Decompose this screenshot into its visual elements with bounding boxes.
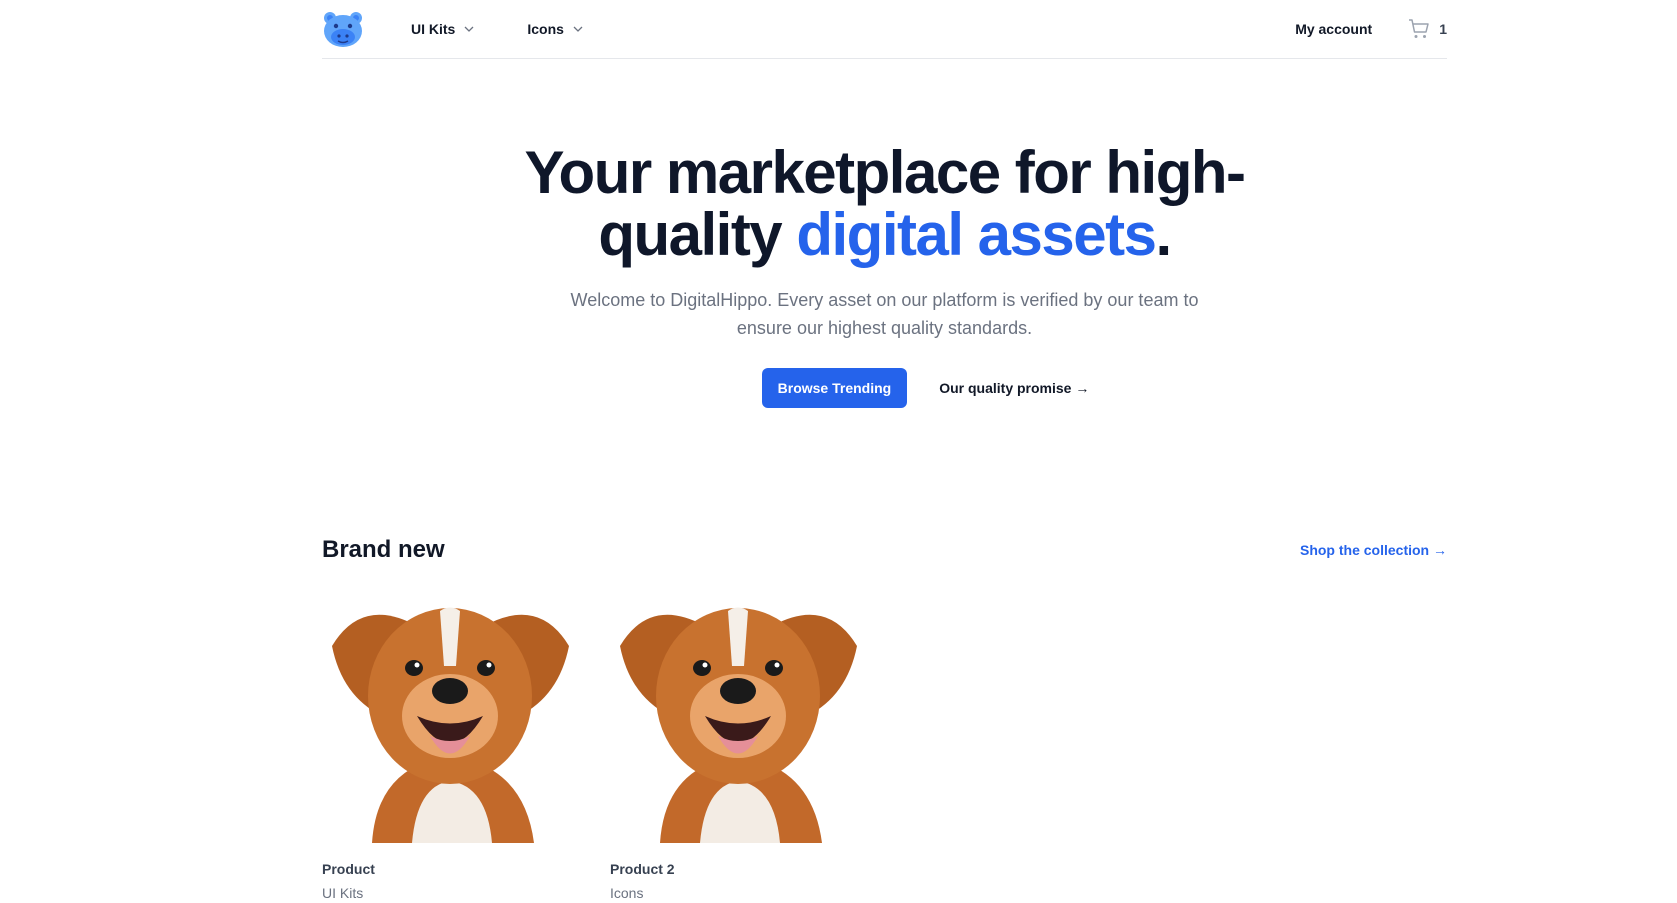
product-image[interactable]: [610, 586, 867, 843]
main-nav: UI Kits Icons: [411, 21, 584, 37]
product-category: Icons: [610, 885, 644, 901]
hero-title: Your marketplace for high-quality digita…: [495, 142, 1275, 266]
brand-new-section: Brand new Shop the collection → Product …: [322, 536, 1447, 901]
my-account-link[interactable]: My account: [1295, 21, 1372, 37]
cart-count-badge: 1: [1439, 21, 1447, 37]
browse-trending-button[interactable]: Browse Trending: [761, 368, 908, 408]
nav-item-icons[interactable]: Icons: [527, 21, 584, 37]
product-card[interactable]: Product UI Kits: [322, 586, 579, 901]
hero-title-accent: digital assets: [796, 201, 1157, 268]
nav-item-label: Icons: [527, 21, 564, 37]
chevron-down-icon: [573, 26, 583, 32]
hippo-logo-icon[interactable]: [322, 10, 364, 48]
chevron-down-icon: [464, 26, 474, 32]
product-list: Product UI Kits Product 2 Icons: [322, 586, 1447, 901]
section-header: Brand new Shop the collection →: [322, 536, 1447, 564]
shop-collection-link[interactable]: Shop the collection →: [1300, 542, 1447, 558]
hero-actions: Browse Trending Our quality promise →: [404, 368, 1447, 408]
nav-item-ui-kits[interactable]: UI Kits: [411, 21, 475, 37]
puppy-image: [610, 586, 867, 843]
product-name[interactable]: Product 2: [610, 861, 867, 877]
hero-title-end: .: [1155, 201, 1173, 268]
section-title: Brand new: [322, 536, 445, 563]
page-container: UI Kits Icons My account 1 Your marketpl…: [322, 0, 1447, 901]
product-image[interactable]: [322, 586, 579, 843]
quality-promise-button[interactable]: Our quality promise →: [939, 380, 1089, 396]
navbar: UI Kits Icons My account 1: [322, 0, 1447, 59]
product-name[interactable]: Product: [322, 861, 579, 877]
shopping-cart-icon: [1409, 19, 1429, 38]
puppy-image: [322, 586, 579, 843]
nav-item-label: UI Kits: [411, 21, 456, 37]
product-category: UI Kits: [322, 885, 364, 901]
nav-right: My account 1: [1295, 17, 1447, 41]
product-card[interactable]: Product 2 Icons: [610, 586, 867, 901]
hero-section: Your marketplace for high-quality digita…: [322, 59, 1447, 408]
cart-button[interactable]: 1: [1407, 17, 1447, 41]
hero-subtitle: Welcome to DigitalHippo. Every asset on …: [570, 290, 1199, 338]
